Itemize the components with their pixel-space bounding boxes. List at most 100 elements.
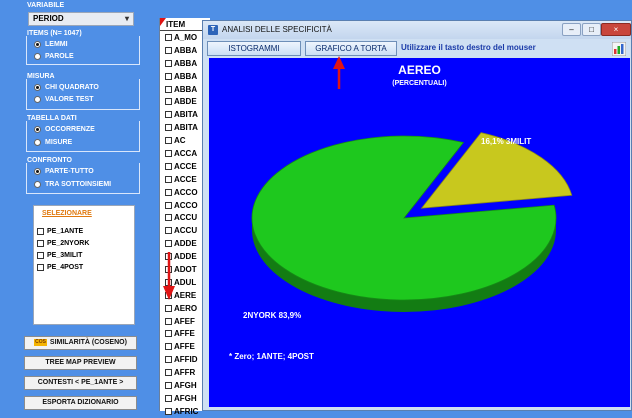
tree-map-preview-button[interactable]: TREE MAP PREVIEW bbox=[24, 356, 137, 370]
checkbox-icon bbox=[165, 214, 172, 222]
list-item-label: ACCU bbox=[174, 226, 198, 236]
checkbox-icon bbox=[165, 369, 172, 377]
checkbox-icon bbox=[165, 356, 172, 364]
checkbox-icon bbox=[165, 111, 172, 119]
sort-marker-icon bbox=[160, 18, 166, 26]
list-item-label: AFGH bbox=[174, 380, 197, 390]
list-item-label: AFFID bbox=[174, 355, 198, 365]
list-item-label: ABITA bbox=[174, 110, 198, 120]
list-item-label: AFRIC bbox=[174, 406, 199, 416]
list-item-label: ACCO bbox=[174, 200, 198, 210]
checkbox-icon bbox=[165, 124, 172, 132]
list-item-label: AFFR bbox=[174, 368, 196, 378]
radio-dot-icon bbox=[34, 139, 41, 146]
selection-item-4post[interactable]: PE_4POST bbox=[37, 264, 83, 271]
list-item-label: ACCE bbox=[174, 161, 197, 171]
list-item-label: AFFE bbox=[174, 342, 195, 352]
list-item-label: AFGH bbox=[174, 393, 197, 403]
radio-dot-icon bbox=[34, 84, 41, 91]
list-item-label: AFFE bbox=[174, 329, 195, 339]
list-item-label: ACCU bbox=[174, 213, 198, 223]
checkbox-icon bbox=[165, 330, 172, 338]
checkbox-icon bbox=[165, 72, 172, 80]
list-item-label: AFEF bbox=[174, 316, 195, 326]
checkbox-icon bbox=[165, 304, 172, 312]
radio-lemmi[interactable]: LEMMI bbox=[34, 41, 68, 48]
radio-parte-tutto[interactable]: PARTE-TUTTO bbox=[34, 168, 94, 175]
contexts-button[interactable]: CONTESTI < PE_1ANTE > bbox=[24, 376, 137, 390]
chart-export-icon[interactable] bbox=[612, 42, 626, 56]
down-arrow-annotation-icon bbox=[163, 252, 175, 300]
app-icon: T bbox=[208, 25, 218, 35]
radio-dot-icon bbox=[34, 181, 41, 188]
close-button[interactable]: × bbox=[601, 23, 631, 36]
checkbox-icon bbox=[165, 381, 172, 389]
maximize-button[interactable]: □ bbox=[582, 23, 601, 36]
list-item-label: ACCA bbox=[174, 148, 198, 158]
list-item-label: ABBA bbox=[174, 45, 198, 55]
list-item-label: AERE bbox=[174, 290, 197, 300]
radio-chi-quadrato[interactable]: CHI QUADRATO bbox=[34, 84, 99, 91]
selection-item-1ante[interactable]: PE_1ANTE bbox=[37, 228, 83, 235]
variable-label: VARIABILE bbox=[27, 2, 65, 9]
variable-select-value: PERIOD bbox=[33, 14, 64, 23]
radio-dot-icon bbox=[34, 53, 41, 60]
export-dictionary-button[interactable]: ESPORTA DIZIONARIO bbox=[24, 396, 137, 410]
list-item-label: ABITA bbox=[174, 123, 198, 133]
radio-dot-icon bbox=[34, 126, 41, 133]
checkbox-icon bbox=[165, 407, 172, 415]
checkbox-icon bbox=[165, 59, 172, 67]
list-item-label: ADOT bbox=[174, 264, 197, 274]
radio-occorrenze[interactable]: OCCORRENZE bbox=[34, 126, 95, 133]
checkbox-icon bbox=[165, 188, 172, 196]
selection-title: SELEZIONARE bbox=[42, 210, 92, 217]
chevron-down-icon: ▾ bbox=[124, 14, 129, 23]
checkbox-icon bbox=[37, 252, 44, 259]
pie-chart-button[interactable]: GRAFICO A TORTA bbox=[305, 41, 397, 56]
list-item-label: AERO bbox=[174, 303, 198, 313]
variable-select[interactable]: PERIOD ▾ bbox=[28, 12, 134, 26]
checkbox-icon bbox=[37, 240, 44, 247]
window-titlebar[interactable]: T ANALISI DELLE SPECIFICITÀ – □ × bbox=[203, 21, 631, 39]
checkbox-icon bbox=[165, 137, 172, 145]
radio-misure[interactable]: MISURE bbox=[34, 139, 72, 146]
similarity-button[interactable]: COS SIMILARITÀ (COSENO) bbox=[24, 336, 137, 350]
checkbox-icon bbox=[165, 98, 172, 106]
selection-item-3milit[interactable]: PE_3MILIT bbox=[37, 252, 82, 259]
list-item-label: ACCO bbox=[174, 187, 198, 197]
chart-area: AEREO (PERCENTUALI) 16,1% 3MILIT 2NYORK … bbox=[209, 58, 630, 407]
list-item-label: ADUL bbox=[174, 277, 197, 287]
similarity-badge-icon: COS bbox=[34, 338, 47, 346]
list-item-label: ADDE bbox=[174, 252, 197, 262]
list-item-label: AC bbox=[174, 136, 186, 146]
chart-annotation: * Zero; 1ANTE; 4POST bbox=[229, 352, 314, 361]
checkbox-icon bbox=[37, 228, 44, 235]
checkbox-icon bbox=[165, 85, 172, 93]
checkbox-icon bbox=[165, 149, 172, 157]
radio-parole[interactable]: PAROLE bbox=[34, 53, 74, 60]
list-item-label: ACCE bbox=[174, 174, 197, 184]
checkbox-icon bbox=[165, 227, 172, 235]
list-item-label: ABBA bbox=[174, 71, 198, 81]
checkbox-icon bbox=[165, 317, 172, 325]
radio-dot-icon bbox=[34, 96, 41, 103]
up-arrow-annotation-icon bbox=[333, 56, 345, 89]
slice-label-2nyork: 2NYORK 83,9% bbox=[243, 311, 302, 320]
selection-panel: SELEZIONARE PE_1ANTE PE_2NYORK PE_3MILIT… bbox=[33, 205, 135, 325]
checkbox-icon bbox=[165, 175, 172, 183]
specificity-window: T ANALISI DELLE SPECIFICITÀ – □ × ISTOGR… bbox=[202, 20, 632, 411]
minimize-button[interactable]: – bbox=[562, 23, 581, 36]
checkbox-icon bbox=[165, 343, 172, 351]
selection-item-2nyork[interactable]: PE_2NYORK bbox=[37, 240, 89, 247]
checkbox-icon bbox=[165, 201, 172, 209]
radio-tra-sottoinsiemi[interactable]: TRA SOTTOINSIEMI bbox=[34, 181, 111, 188]
checkbox-icon bbox=[165, 33, 172, 41]
checkbox-icon bbox=[37, 264, 44, 271]
histograms-button[interactable]: ISTOGRAMMI bbox=[207, 41, 301, 56]
right-click-hint: Utilizzare il tasto destro del mouser bbox=[401, 43, 536, 52]
window-title: ANALISI DELLE SPECIFICITÀ bbox=[222, 25, 332, 34]
radio-valore-test[interactable]: VALORE TEST bbox=[34, 96, 93, 103]
list-item-label: ABBA bbox=[174, 84, 198, 94]
list-item-label: A_MO bbox=[174, 32, 198, 42]
list-item-label: ABBA bbox=[174, 58, 198, 68]
